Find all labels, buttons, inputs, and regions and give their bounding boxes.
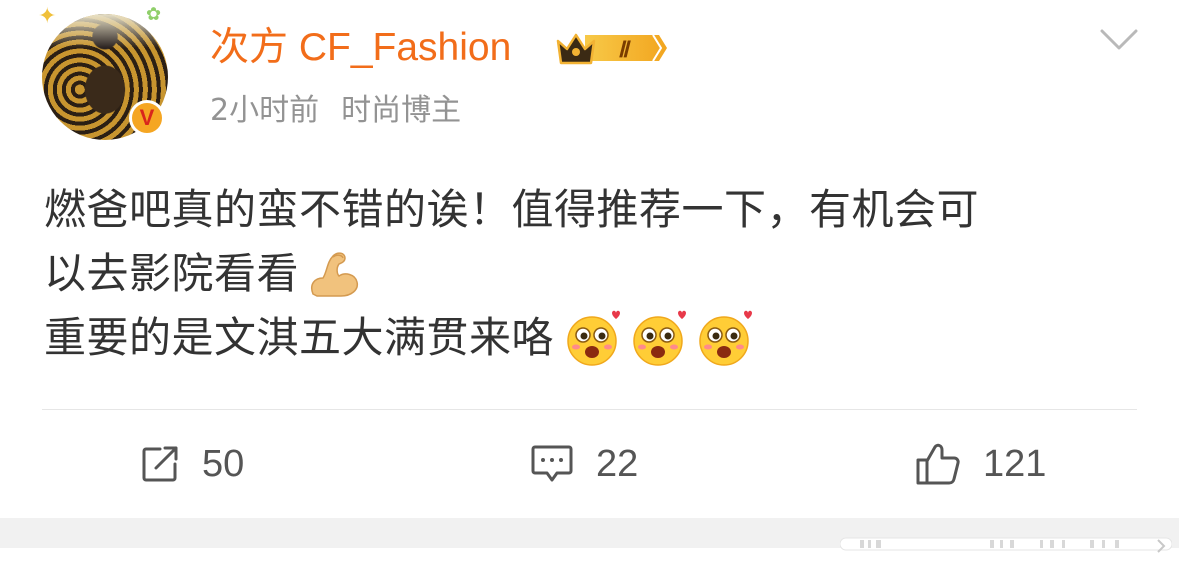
username[interactable]: 次方 CF_Fashion xyxy=(210,24,511,72)
post-content: 燃爸吧真的蛮不错的诶！值得推荐一下，有机会可 以去影院看看 重要的是文淇五大满贯… xyxy=(44,178,1144,370)
comment-icon xyxy=(531,445,573,482)
repost-icon xyxy=(142,446,178,482)
heart-eyes-emoji xyxy=(633,310,687,366)
content-line-3: 重要的是文淇五大满贯来咯 xyxy=(44,306,1144,370)
post-meta: 2小时前 时尚博主 xyxy=(210,92,461,130)
divider xyxy=(42,409,1137,410)
comment-button[interactable]: 22 xyxy=(530,440,638,488)
post-time: 2小时前 xyxy=(210,93,320,128)
like-count: 121 xyxy=(983,442,1047,485)
verified-badge-icon: V xyxy=(129,100,165,136)
comment-count: 22 xyxy=(596,442,639,485)
flexed-biceps-emoji xyxy=(311,252,359,297)
thumbs-up-icon xyxy=(916,443,960,485)
avatar-frame-star-icon: ✦ xyxy=(38,4,57,29)
content-line-2-text: 以去影院看看 xyxy=(44,249,300,298)
like-button[interactable]: 121 xyxy=(915,440,1046,488)
avatar-frame-clover-icon: ✿ xyxy=(146,4,162,25)
content-line-3-text: 重要的是文淇五大满贯来咯 xyxy=(44,313,555,362)
chevron-down-icon[interactable] xyxy=(1100,28,1138,52)
user-type-label: 时尚博主 xyxy=(341,93,462,128)
vip-crown-badge-icon[interactable]: Ⅱ xyxy=(555,27,669,69)
repost-button[interactable]: 50 xyxy=(140,440,244,488)
heart-eyes-emoji xyxy=(567,310,621,366)
content-line-1: 燃爸吧真的蛮不错的诶！值得推荐一下，有机会可 xyxy=(44,185,980,234)
weibo-post-card: ✦ ✿ V 次方 CF_Fashion Ⅱ 2小时前 时尚博主 燃爸吧真的蛮不错的… xyxy=(0,0,1179,520)
heart-eyes-emoji xyxy=(699,310,753,366)
avatar-container[interactable]: ✦ ✿ V xyxy=(38,4,178,144)
watermark-icon xyxy=(840,537,1172,553)
content-line-2: 以去影院看看 xyxy=(44,242,1144,306)
repost-count: 50 xyxy=(202,442,245,485)
